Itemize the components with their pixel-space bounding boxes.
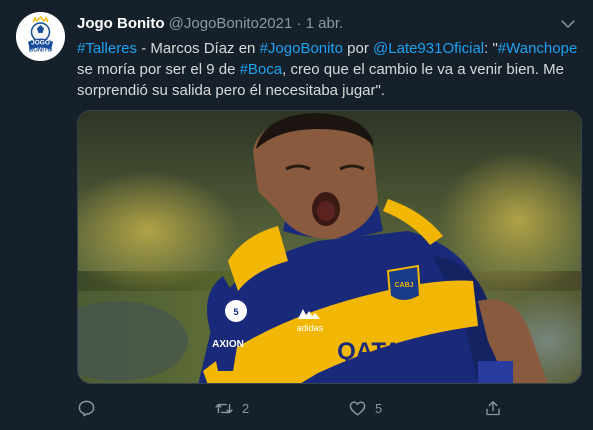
reply-icon <box>78 400 95 416</box>
retweet-icon <box>215 403 233 413</box>
tweet-header: Jogo Bonito @JogoBonito2021 · 1 abr. <box>77 14 553 34</box>
hashtag-talleres[interactable]: #Talleres <box>77 40 137 57</box>
svg-text:5: 5 <box>233 307 238 317</box>
hashtag-boca[interactable]: #Boca <box>240 61 283 78</box>
handle[interactable]: @JogoBonito2021 <box>169 15 293 32</box>
share-button[interactable] <box>484 396 502 420</box>
logo-text-bottom: BONITO <box>29 48 53 54</box>
hashtag-wanchope[interactable]: #Wanchope <box>498 40 578 57</box>
retweet-count: 2 <box>242 400 250 416</box>
more-options-button[interactable] <box>556 12 580 36</box>
timestamp[interactable]: 1 abr. <box>306 15 344 32</box>
hashtag-jogobonito[interactable]: #JogoBonito <box>260 40 343 57</box>
avatar[interactable]: JOGO BONITO <box>16 12 65 61</box>
tweet[interactable]: JOGO BONITO Jogo Bonito @JogoBonito2021 … <box>0 0 593 430</box>
sponsor-text: QATAR <box>337 338 419 365</box>
display-name[interactable]: Jogo Bonito <box>77 15 164 32</box>
logo-text-top: JOGO <box>31 40 50 47</box>
player-photo-icon: 5 CABJ adidas QATAR AIRWAYS AXION <box>78 111 581 383</box>
crest-text: CABJ <box>394 282 413 289</box>
tweet-text: #Talleres - Marcos Díaz en #JogoBonito p… <box>77 38 582 101</box>
retweet-button[interactable]: 2 <box>214 396 249 420</box>
jogo-bonito-logo-icon: JOGO BONITO <box>16 12 65 61</box>
chevron-down-icon <box>561 20 575 28</box>
reply-button[interactable] <box>77 396 104 420</box>
tweet-actions: 2 5 <box>77 396 517 420</box>
sponsor-sub-text: AIRWAYS <box>358 366 408 378</box>
tweet-photo[interactable]: 5 CABJ adidas QATAR AIRWAYS AXION <box>77 110 582 384</box>
text-segment: se moría por ser el 9 de <box>77 61 240 78</box>
brand-text: adidas <box>297 323 324 333</box>
text-segment: por <box>342 40 373 57</box>
maker-text: AXION <box>212 339 244 350</box>
like-button[interactable]: 5 <box>348 396 382 420</box>
text-segment: - Marcos Díaz en <box>137 40 260 57</box>
like-icon <box>349 400 366 416</box>
mention-late931oficial[interactable]: @Late931Oficial <box>373 40 484 57</box>
like-count: 5 <box>375 400 383 416</box>
separator-dot: · <box>296 15 302 32</box>
share-icon <box>486 400 500 415</box>
text-segment: : " <box>484 40 498 57</box>
